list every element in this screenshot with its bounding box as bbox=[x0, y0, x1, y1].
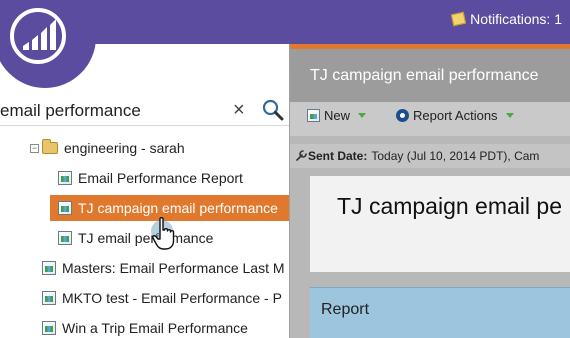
tree-item-label: Win a Trip Email Performance bbox=[62, 320, 248, 336]
logo-mark bbox=[10, 8, 66, 64]
tree-item[interactable]: MKTO test - Email Performance - P bbox=[42, 285, 290, 311]
notifications-label: Notifications: 1 bbox=[470, 11, 562, 27]
new-report-icon bbox=[307, 109, 320, 122]
report-actions-button[interactable]: Report Actions bbox=[396, 108, 514, 123]
accent-strip bbox=[290, 44, 570, 49]
tree-item-label: MKTO test - Email Performance - P bbox=[62, 290, 282, 306]
clear-search-icon[interactable]: × bbox=[233, 100, 245, 120]
report-icon bbox=[42, 321, 56, 335]
sent-date-label: Sent Date: bbox=[308, 149, 368, 163]
tree-folder-engineering-sarah[interactable]: − engineering - sarah bbox=[30, 135, 185, 161]
report-icon bbox=[58, 171, 72, 185]
report-actions-label: Report Actions bbox=[413, 108, 498, 123]
new-button-label: New bbox=[324, 108, 351, 123]
tree-item[interactable]: TJ email performance bbox=[58, 225, 213, 251]
report-icon bbox=[58, 231, 72, 245]
notification-note-icon bbox=[451, 11, 467, 27]
report-actions-icon bbox=[396, 109, 409, 122]
search-icon[interactable] bbox=[262, 99, 284, 126]
notifications-link[interactable]: Notifications: 1 bbox=[451, 11, 562, 27]
tree-search-bar: × bbox=[0, 96, 290, 126]
tree-item-label: Email Performance Report bbox=[78, 170, 243, 186]
report-title: TJ campaign email performance bbox=[310, 67, 539, 84]
folder-icon bbox=[42, 139, 58, 154]
new-button[interactable]: New bbox=[307, 108, 367, 123]
report-card-title: TJ campaign email pe bbox=[337, 193, 562, 219]
dropdown-caret-icon bbox=[358, 113, 367, 118]
tree-item-label: TJ campaign email performance bbox=[78, 200, 278, 216]
collapse-icon[interactable]: − bbox=[30, 143, 39, 153]
dropdown-caret-icon bbox=[505, 113, 514, 118]
report-section-label: Report bbox=[321, 301, 370, 318]
hand-pointer-icon bbox=[150, 215, 188, 262]
wrench-icon bbox=[296, 149, 308, 164]
sent-date-value: Today (Jul 10, 2014 PDT), Cam bbox=[371, 149, 540, 163]
tree-item-label: TJ email performance bbox=[78, 230, 214, 246]
report-icon bbox=[58, 201, 72, 215]
tree-folder-label: engineering - sarah bbox=[64, 140, 185, 156]
report-summary-card bbox=[310, 176, 570, 272]
report-icon bbox=[42, 291, 56, 305]
tree-item-label: Masters: Email Performance Last M bbox=[62, 260, 285, 276]
tree-search-input[interactable] bbox=[0, 98, 225, 124]
tree-item[interactable]: Win a Trip Email Performance bbox=[42, 315, 248, 338]
report-icon bbox=[42, 261, 56, 275]
panel-divider[interactable] bbox=[289, 44, 290, 338]
sent-date-filter[interactable]: Sent Date: Today (Jul 10, 2014 PDT), Cam bbox=[290, 144, 570, 168]
tree-item[interactable]: Email Performance Report bbox=[58, 165, 243, 191]
